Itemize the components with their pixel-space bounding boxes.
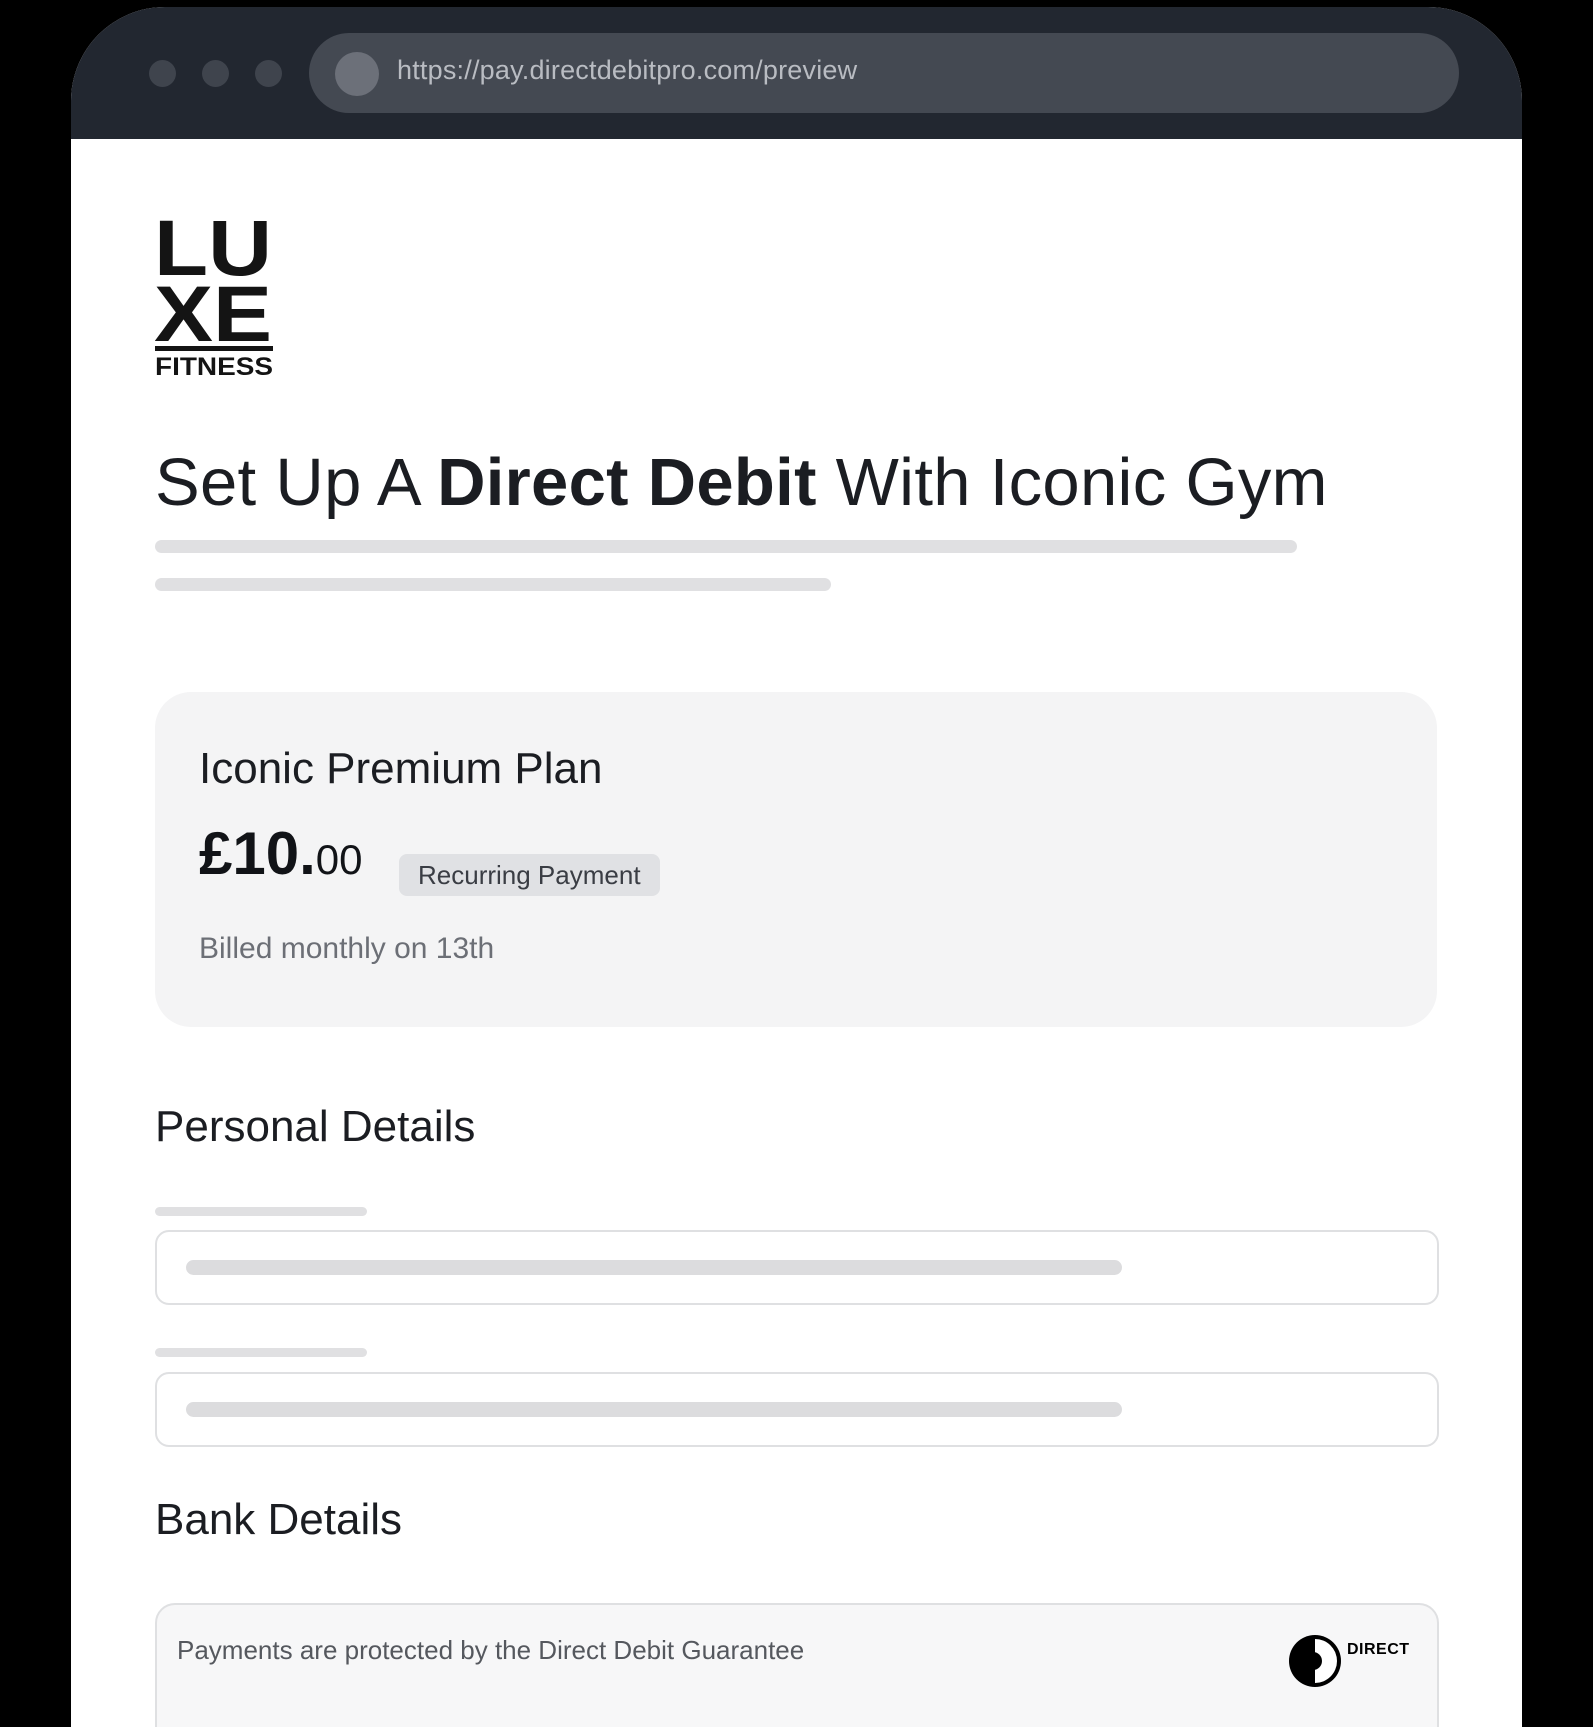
window-minimize-dot[interactable]: [202, 60, 229, 87]
plan-price: £10.00: [199, 824, 363, 884]
browser-window: https://pay.directdebitpro.com/preview L…: [71, 7, 1522, 1727]
description-placeholder-line: [155, 540, 1297, 553]
page-title: Set Up A Direct Debit With Iconic Gym: [155, 445, 1328, 520]
address-bar[interactable]: https://pay.directdebitpro.com/preview: [309, 33, 1459, 113]
direct-debit-guarantee-box: Payments are protected by the Direct Deb…: [155, 1603, 1439, 1727]
billing-schedule: Billed monthly on 13th: [199, 932, 495, 965]
window-close-dot[interactable]: [149, 60, 176, 87]
field-label-placeholder: [155, 1348, 367, 1357]
bank-details-heading: Bank Details: [155, 1495, 403, 1544]
description-placeholder-line: [155, 578, 831, 591]
personal-field-1[interactable]: [155, 1230, 1439, 1305]
plan-card: Iconic Premium Plan £10.00 Recurring Pay…: [155, 692, 1437, 1027]
field-value-placeholder: [186, 1260, 1122, 1275]
personal-details-heading: Personal Details: [155, 1102, 476, 1151]
svg-text:XE: XE: [155, 269, 272, 358]
price-decimal: 00: [315, 836, 363, 883]
price-main: £10.: [199, 820, 316, 887]
guarantee-text: Payments are protected by the Direct Deb…: [177, 1635, 805, 1665]
plan-name: Iconic Premium Plan: [199, 744, 603, 793]
url-text[interactable]: https://pay.directdebitpro.com/preview: [397, 55, 857, 86]
page-content: LU XE FITNESS Set Up A Direct Debit With…: [71, 139, 1522, 1727]
window-maximize-dot[interactable]: [255, 60, 282, 87]
svg-text:FITNESS: FITNESS: [155, 353, 273, 377]
browser-toolbar: https://pay.directdebitpro.com/preview: [71, 7, 1522, 139]
personal-field-2[interactable]: [155, 1372, 1439, 1447]
recurring-payment-badge: Recurring Payment: [399, 854, 660, 896]
field-value-placeholder: [186, 1402, 1122, 1417]
direct-debit-icon: [1289, 1635, 1341, 1687]
field-label-placeholder: [155, 1207, 367, 1216]
luxe-fitness-logo: LU XE FITNESS: [155, 207, 273, 377]
site-icon: [335, 52, 379, 96]
